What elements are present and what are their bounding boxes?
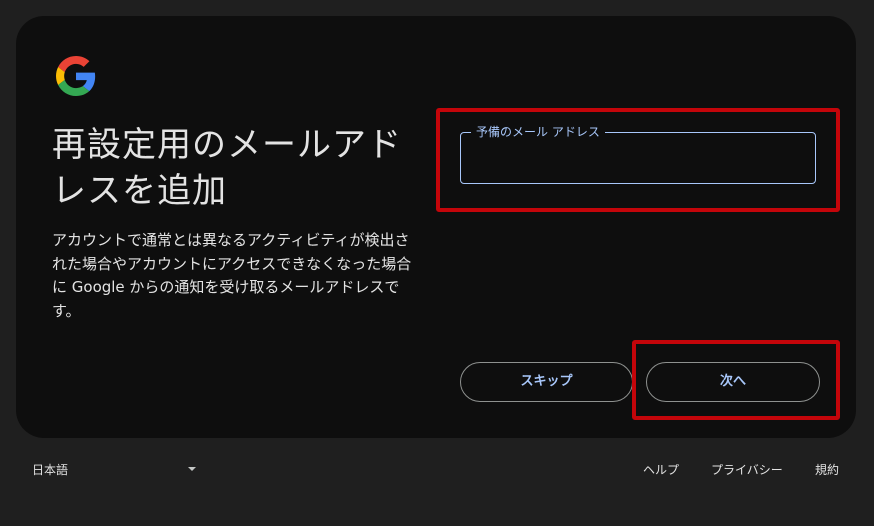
terms-link[interactable]: 規約	[815, 461, 839, 478]
field-highlight-box	[436, 108, 840, 212]
footer: 日本語 ヘルプ プライバシー 規約	[0, 455, 874, 485]
help-link[interactable]: ヘルプ	[643, 461, 679, 478]
caret-down-icon	[188, 467, 196, 471]
page: 再設定用のメールアドレスを追加 アカウントで通常とは異なるアクティビティが検出さ…	[0, 0, 874, 526]
language-selector[interactable]: 日本語	[32, 461, 202, 481]
google-g-icon	[56, 56, 96, 96]
page-title: 再設定用のメールアドレスを追加	[52, 125, 402, 211]
privacy-link[interactable]: プライバシー	[711, 461, 783, 478]
signin-card: 再設定用のメールアドレスを追加 アカウントで通常とは異なるアクティビティが検出さ…	[16, 16, 856, 438]
language-label: 日本語	[32, 463, 69, 477]
next-highlight-box	[632, 340, 840, 420]
page-description: アカウントで通常とは異なるアクティビティが検出された場合やアカウントにアクセスで…	[52, 231, 412, 320]
skip-button[interactable]: スキップ	[460, 362, 633, 402]
